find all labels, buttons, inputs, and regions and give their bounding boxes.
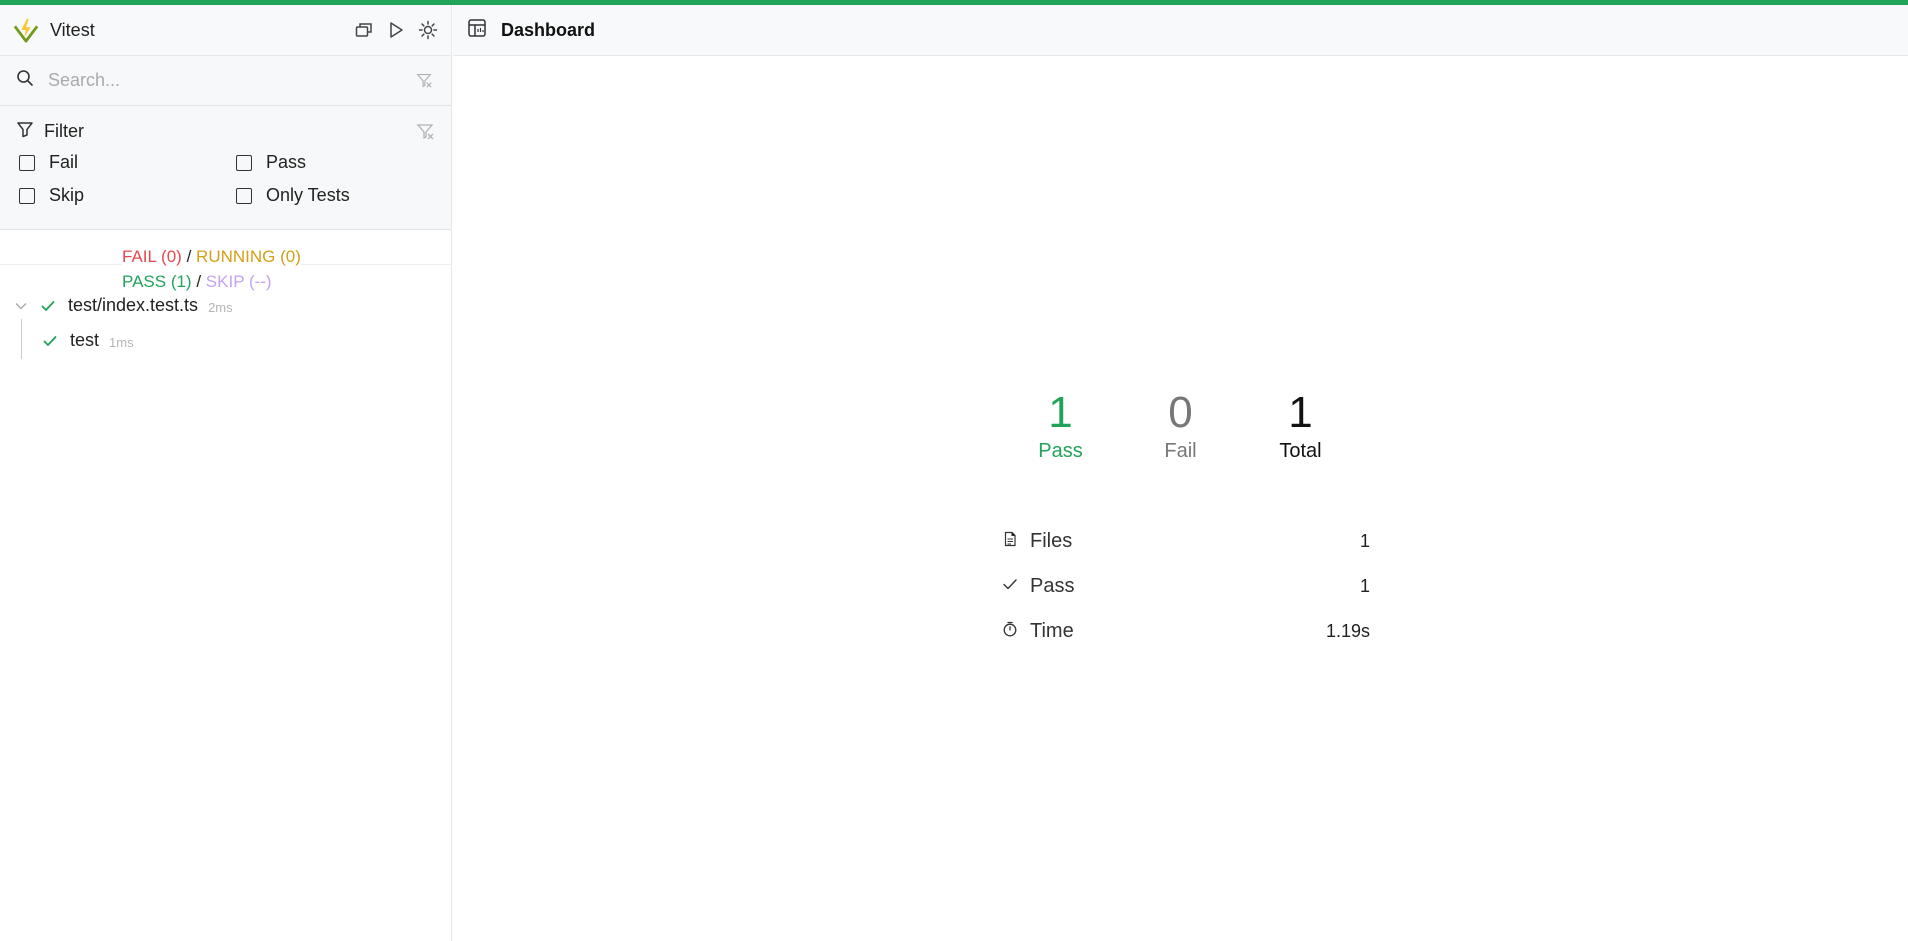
summary-separator: / — [196, 272, 202, 291]
check-icon — [1002, 576, 1018, 597]
checkbox-box[interactable] — [236, 154, 252, 171]
details-list: Files 1 Pass 1 Time 1.19s — [1002, 519, 1370, 654]
theme-toggle-icon[interactable] — [417, 19, 439, 41]
app-title: Vitest — [50, 19, 95, 40]
filter-panel: Filter Fail Pass Skip Only Tests — [0, 106, 451, 230]
collapse-all-icon[interactable] — [353, 19, 375, 41]
page-title: Dashboard — [501, 19, 596, 40]
filter-only-tests-checkbox[interactable]: Only Tests — [233, 185, 433, 206]
vitest-logo-icon — [12, 16, 40, 44]
tree-test-name: test — [70, 330, 100, 350]
tree-guide-line — [21, 319, 22, 359]
stat-pass-value: 1 — [1048, 388, 1073, 437]
check-icon — [40, 298, 56, 314]
search-input[interactable] — [48, 70, 415, 91]
checkbox-box[interactable] — [19, 154, 35, 171]
stat-total: 1 Total — [1241, 388, 1361, 464]
running-count: RUNNING (0) — [196, 247, 301, 266]
chevron-down-icon[interactable] — [14, 299, 28, 313]
main-header: Dashboard — [453, 5, 1908, 56]
detail-row-time: Time 1.19s — [1002, 609, 1370, 654]
play-icon[interactable] — [385, 19, 407, 41]
filter-title: Filter — [44, 120, 84, 141]
filter-only-tests-label: Only Tests — [266, 185, 350, 205]
filter-skip-label: Skip — [49, 185, 85, 205]
check-icon — [42, 333, 58, 349]
stat-fail-value: 0 — [1168, 388, 1193, 437]
summary-line-2: PASS (1) / SKIP (--) — [0, 269, 451, 294]
detail-pass-label: Pass — [1030, 575, 1075, 597]
tree-file-duration: 2ms — [208, 299, 233, 315]
detail-pass-value: 1 — [1359, 576, 1370, 596]
filter-fail-label: Fail — [49, 152, 79, 172]
checkbox-box[interactable] — [236, 187, 252, 204]
filter-pass-label: Pass — [266, 152, 307, 172]
test-tree: test/index.test.ts 2ms test 1ms — [0, 288, 451, 359]
skip-count: SKIP (--) — [205, 272, 272, 291]
sidebar: Vitest Filter — [0, 5, 452, 941]
stat-total-value: 1 — [1288, 388, 1313, 437]
dashboard-icon — [467, 18, 487, 43]
timer-icon — [1002, 621, 1018, 642]
clear-filter-icon[interactable] — [415, 121, 435, 141]
search-icon — [16, 69, 34, 92]
stat-pass: 1 Pass — [1001, 388, 1121, 464]
filter-icon — [16, 120, 34, 143]
detail-time-label: Time — [1030, 620, 1074, 642]
tree-test-duration: 1ms — [109, 334, 134, 350]
clear-search-icon[interactable] — [415, 71, 435, 91]
sidebar-header: Vitest — [0, 5, 451, 56]
filter-fail-checkbox[interactable]: Fail — [16, 152, 233, 173]
detail-row-pass: Pass 1 — [1002, 564, 1370, 609]
detail-files-label: Files — [1030, 530, 1073, 552]
filter-pass-checkbox[interactable]: Pass — [233, 152, 433, 173]
stats-summary: 1 Pass 0 Fail 1 Total — [453, 388, 1908, 464]
stat-total-label: Total — [1279, 440, 1322, 462]
stat-pass-label: Pass — [1038, 440, 1083, 462]
stat-fail: 0 Fail — [1121, 388, 1241, 464]
checkbox-box[interactable] — [19, 187, 35, 204]
summary-separator: / — [186, 247, 192, 266]
detail-files-value: 1 — [1359, 531, 1370, 551]
fail-count: FAIL (0) — [122, 247, 182, 266]
detail-row-files: Files 1 — [1002, 519, 1370, 564]
summary-line-1: FAIL (0) / RUNNING (0) — [0, 244, 451, 269]
detail-time-value: 1.19s — [1325, 621, 1370, 641]
filter-skip-checkbox[interactable]: Skip — [16, 185, 233, 206]
filter-header: Filter — [16, 120, 435, 142]
pass-count: PASS (1) — [122, 272, 192, 291]
test-summary: FAIL (0) / RUNNING (0) PASS (1) / SKIP (… — [0, 230, 451, 291]
stat-fail-label: Fail — [1164, 440, 1197, 462]
tree-test-row[interactable]: test 1ms — [0, 319, 451, 359]
tree-file-name: test/index.test.ts — [68, 295, 199, 315]
filter-options: Fail Pass Skip Only Tests — [16, 152, 435, 206]
search-bar — [0, 56, 451, 106]
main-panel: Dashboard 1 Pass 0 Fail 1 Total Files 1 … — [453, 5, 1908, 941]
file-icon — [1002, 531, 1018, 552]
sidebar-actions — [353, 19, 439, 41]
